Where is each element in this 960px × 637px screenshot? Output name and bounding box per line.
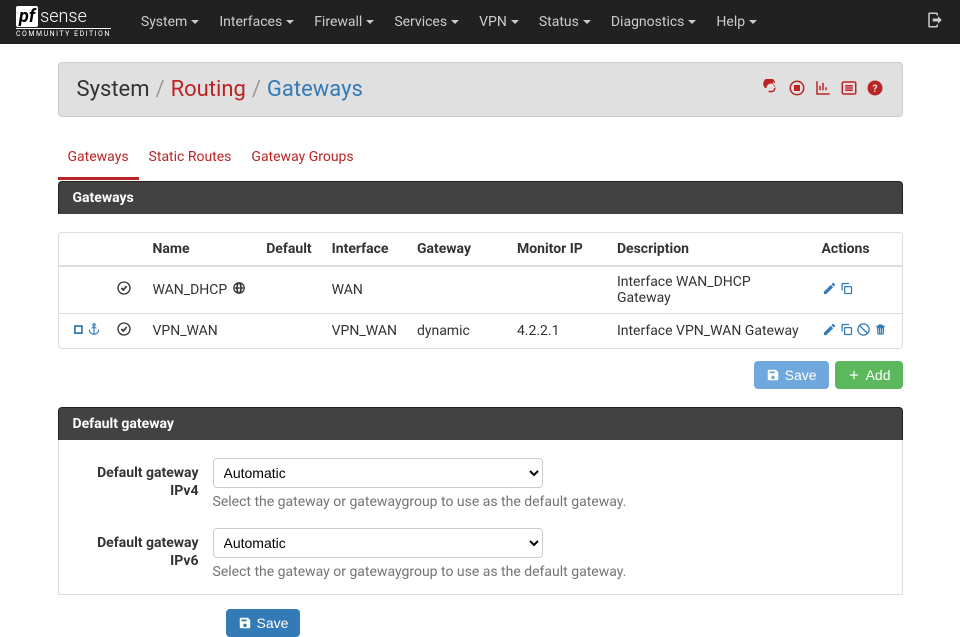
gateway-name: WAN_DHCP	[153, 282, 228, 298]
anchor-icon[interactable]	[87, 322, 101, 340]
header-icons: ?	[762, 79, 884, 101]
add-label: Add	[866, 367, 891, 383]
chevron-down-icon	[749, 20, 757, 24]
gateways-panel: Gateways Name Default Interface Gateway …	[58, 181, 903, 349]
breadcrumb-root[interactable]: System	[77, 77, 150, 102]
tab-gateways[interactable]: Gateways	[58, 139, 139, 180]
chevron-down-icon	[191, 20, 199, 24]
status-ok-icon	[116, 284, 132, 300]
form-group-ipv6: Default gateway IPv6 Automatic Select th…	[59, 528, 902, 580]
cell-gateway: dynamic	[407, 314, 507, 349]
label-ipv4: Default gateway IPv4	[73, 458, 213, 500]
label-ipv6: Default gateway IPv6	[73, 528, 213, 570]
cell-description: Interface VPN_WAN Gateway	[607, 314, 812, 349]
th-actions: Actions	[812, 233, 902, 266]
save-icon	[766, 368, 780, 382]
chevron-down-icon	[366, 20, 374, 24]
nav-system[interactable]: System	[131, 2, 209, 42]
default-gateway-panel: Default gateway Default gateway IPv4 Aut…	[58, 407, 903, 595]
nav-services[interactable]: Services	[384, 2, 469, 42]
chevron-down-icon	[511, 20, 519, 24]
navbar: pfsense COMMUNITY EDITION System Interfa…	[0, 0, 960, 44]
th-status	[105, 233, 143, 266]
save-label: Save	[257, 615, 289, 631]
cell-gateway	[407, 266, 507, 314]
form-group-ipv4: Default gateway IPv4 Automatic Select th…	[59, 458, 902, 510]
save-button[interactable]: Save	[754, 361, 829, 389]
edit-icon[interactable]	[822, 281, 837, 300]
copy-icon[interactable]	[839, 281, 854, 300]
table-row: VPN_WANVPN_WANdynamic4.2.2.1Interface VP…	[59, 314, 902, 349]
select-default-gw-ipv6[interactable]: Automatic	[213, 528, 543, 558]
table-row: WAN_DHCP WAN Interface WAN_DHCP Gateway	[59, 266, 902, 314]
edit-icon[interactable]	[822, 322, 837, 341]
help-icon[interactable]: ?	[866, 79, 884, 101]
logo[interactable]: pfsense COMMUNITY EDITION	[16, 6, 111, 38]
cell-description: Interface WAN_DHCP Gateway	[607, 266, 812, 314]
th-interface: Interface	[322, 233, 407, 266]
nav-menu: System Interfaces Firewall Services VPN …	[131, 2, 926, 42]
cell-interface: VPN_WAN	[322, 314, 407, 349]
breadcrumb: System / Routing / Gateways	[77, 77, 363, 102]
nav-diagnostics[interactable]: Diagnostics	[601, 2, 707, 42]
chevron-down-icon	[583, 20, 591, 24]
tabs: Gateways Static Routes Gateway Groups	[58, 139, 903, 181]
panel-title: Gateways	[58, 181, 903, 214]
cell-default	[256, 314, 321, 349]
cell-monitor	[507, 266, 607, 314]
chart-icon[interactable]	[814, 79, 832, 101]
svg-text:?: ?	[872, 81, 877, 94]
status-ok-icon	[116, 325, 132, 341]
save-button-form[interactable]: Save	[226, 609, 301, 637]
logout-icon[interactable]	[926, 11, 944, 33]
help-ipv4: Select the gateway or gatewaygroup to us…	[213, 494, 713, 510]
list-icon[interactable]	[840, 79, 858, 101]
th-monitor: Monitor IP	[507, 233, 607, 266]
logo-subtitle: COMMUNITY EDITION	[16, 28, 111, 38]
th-default: Default	[256, 233, 321, 266]
select-default-gw-ipv4[interactable]: Automatic	[213, 458, 543, 488]
th-name: Name	[143, 233, 257, 266]
nav-vpn[interactable]: VPN	[469, 2, 529, 42]
chevron-down-icon	[286, 20, 294, 24]
breadcrumb-sep: /	[252, 77, 261, 102]
nav-status[interactable]: Status	[529, 2, 601, 42]
stop-icon[interactable]	[788, 79, 806, 101]
gateways-table: Name Default Interface Gateway Monitor I…	[59, 233, 902, 348]
chevron-down-icon	[451, 20, 459, 24]
save-label: Save	[785, 367, 817, 383]
add-button[interactable]: Add	[835, 361, 903, 389]
copy-icon[interactable]	[839, 322, 854, 341]
save-icon	[238, 616, 252, 630]
breadcrumb-sep: /	[155, 77, 164, 102]
disable-icon[interactable]	[856, 322, 871, 341]
th-anchor	[59, 233, 105, 266]
panel-title: Default gateway	[58, 407, 903, 440]
cell-default	[256, 266, 321, 314]
nav-interfaces[interactable]: Interfaces	[209, 2, 304, 42]
help-ipv6: Select the gateway or gatewaygroup to us…	[213, 564, 713, 580]
th-gateway: Gateway	[407, 233, 507, 266]
gateway-name: VPN_WAN	[153, 323, 218, 339]
page-header: System / Routing / Gateways ?	[58, 62, 903, 117]
buttons-row: Save Add	[58, 361, 903, 389]
plus-icon	[847, 368, 861, 382]
breadcrumb-routing[interactable]: Routing	[171, 77, 246, 102]
cell-interface: WAN	[322, 266, 407, 314]
cell-monitor: 4.2.2.1	[507, 314, 607, 349]
th-description: Description	[607, 233, 812, 266]
square-icon[interactable]	[72, 322, 86, 340]
delete-icon[interactable]	[873, 322, 888, 341]
tab-gateway-groups[interactable]: Gateway Groups	[241, 139, 363, 180]
tab-static-routes[interactable]: Static Routes	[139, 139, 242, 180]
refresh-icon[interactable]	[762, 79, 780, 101]
chevron-down-icon	[688, 20, 696, 24]
breadcrumb-current[interactable]: Gateways	[267, 77, 363, 102]
globe-icon	[232, 281, 246, 299]
nav-firewall[interactable]: Firewall	[304, 2, 384, 42]
nav-help[interactable]: Help	[706, 2, 767, 42]
